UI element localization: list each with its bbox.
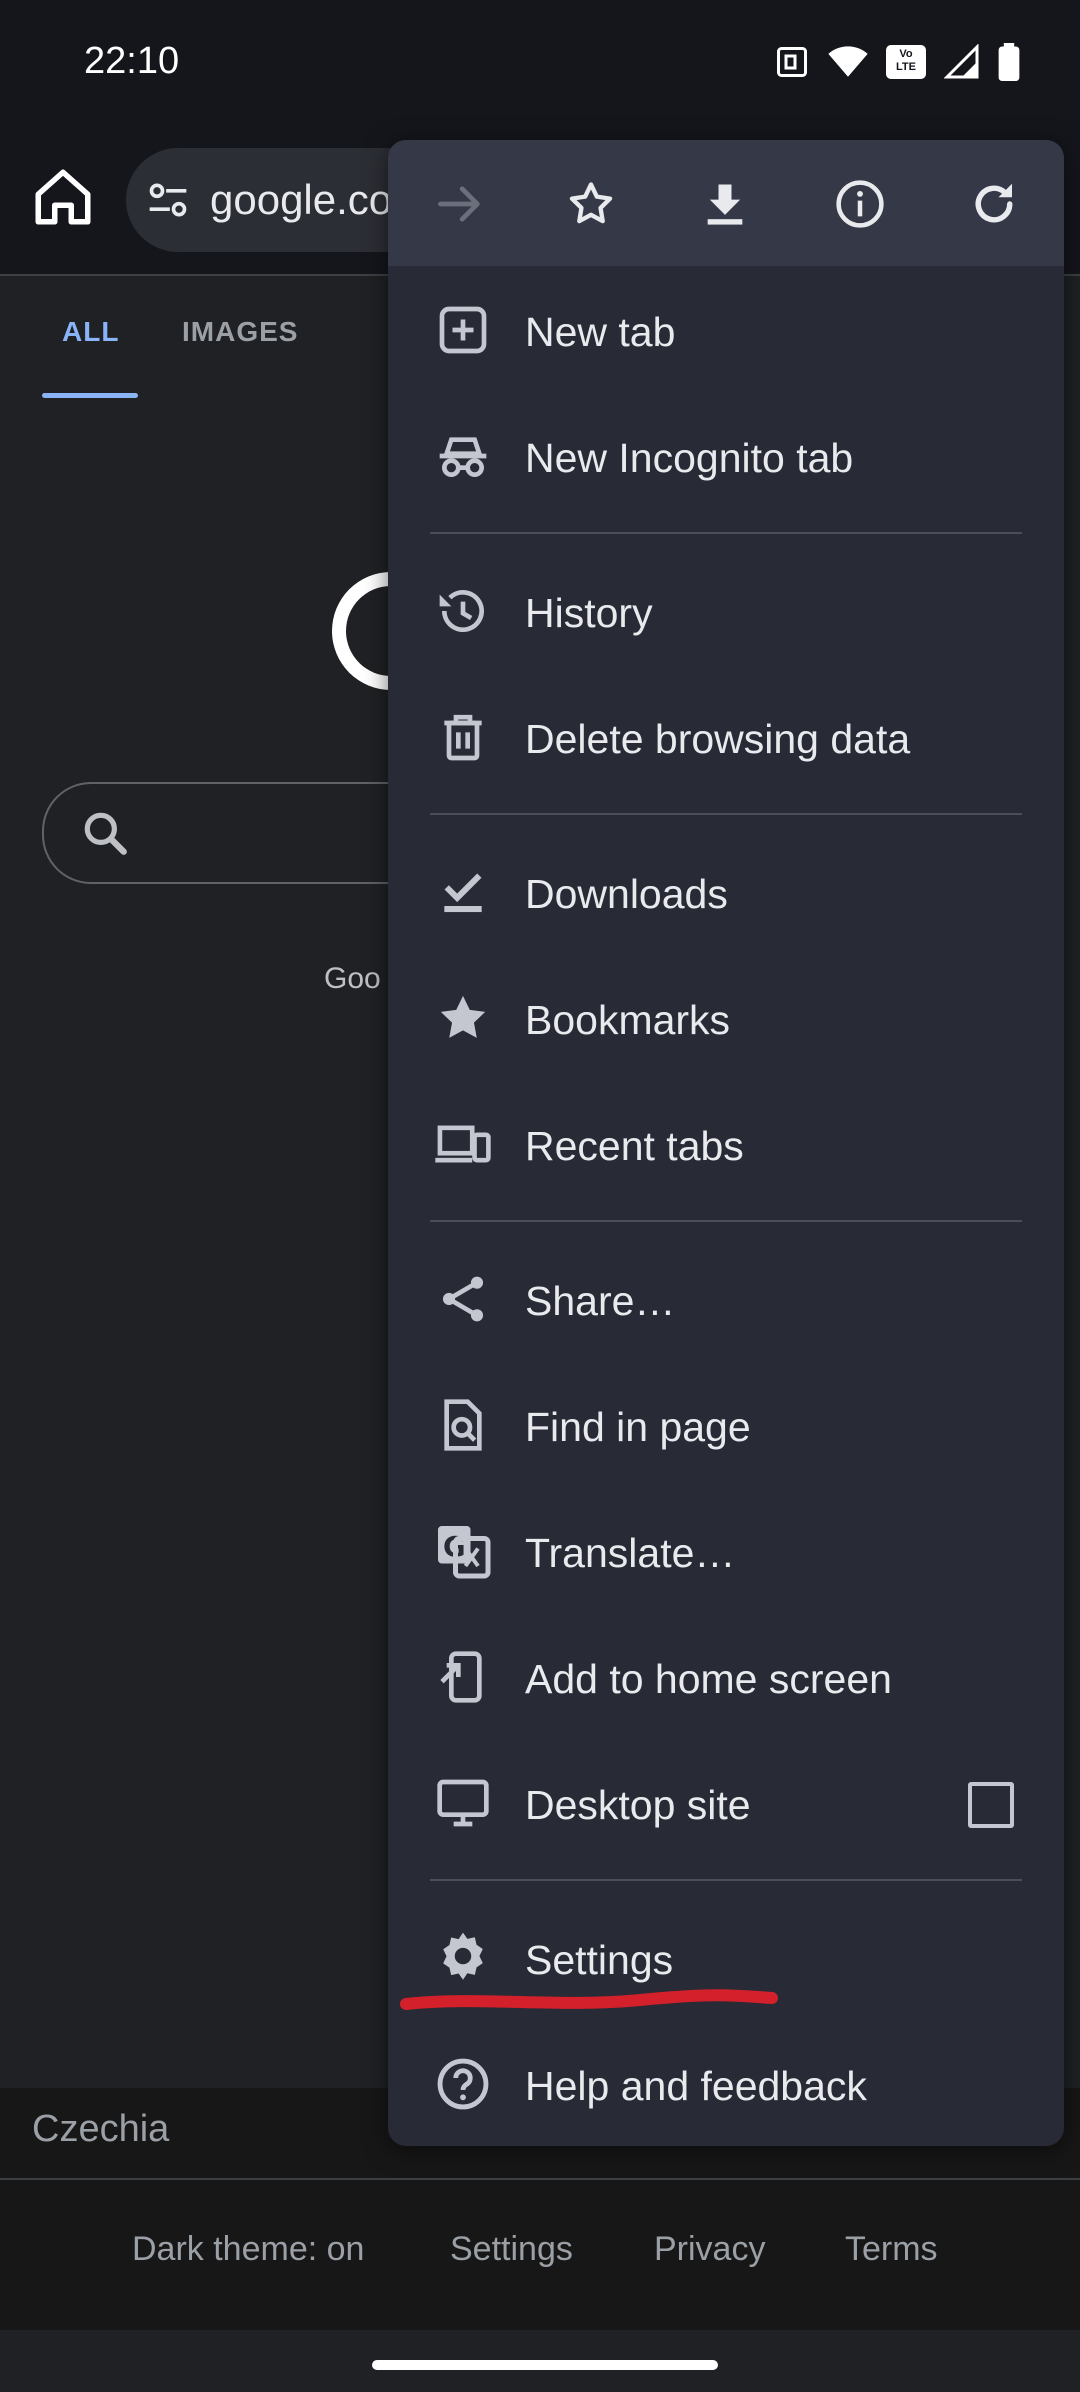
trash-icon (430, 704, 496, 770)
menu-item-label: Help and feedback (525, 2063, 867, 2109)
menu-item-label: New tab (525, 309, 676, 355)
nfc-icon (774, 44, 810, 80)
menu-item-label: Downloads (525, 871, 728, 917)
tab-images[interactable]: IMAGES (182, 316, 298, 348)
menu-item-history[interactable]: History (388, 548, 1064, 674)
menu-divider (430, 1879, 1022, 1881)
menu-item-recent-tabs[interactable]: Recent tabs (388, 1081, 1064, 1207)
menu-item-downloads[interactable]: Downloads (388, 829, 1064, 955)
bookmark-star-icon (569, 182, 613, 224)
help-icon (430, 2051, 496, 2117)
search-icon (80, 808, 130, 858)
menu-item-delete-browsing-data[interactable]: Delete browsing data (388, 674, 1064, 800)
signal-icon (944, 44, 980, 80)
volte-icon: Vo LTE (886, 45, 926, 79)
desktop-site-checkbox[interactable] (968, 1782, 1014, 1828)
dark-theme-link[interactable]: Dark theme: on (132, 2230, 364, 2269)
devices-icon (430, 1111, 496, 1177)
tune-icon (149, 183, 187, 217)
menu-item-settings[interactable]: Settings (388, 1895, 1064, 2021)
site-settings-button[interactable] (146, 178, 190, 222)
menu-divider (430, 813, 1022, 815)
menu-item-label: Add to home screen (525, 1656, 892, 1702)
menu-item-label: Bookmarks (525, 997, 731, 1043)
menu-item-help-and-feedback[interactable]: Help and feedback (388, 2021, 1064, 2146)
menu-divider (430, 532, 1022, 534)
menu-item-label: Desktop site (525, 1782, 751, 1828)
menu-item-label: Recent tabs (525, 1123, 744, 1169)
menu-item-label: New Incognito tab (525, 435, 854, 481)
menu-item-label: Delete browsing data (525, 716, 911, 762)
page-info-button[interactable] (828, 172, 892, 236)
status-bar: 22:10 Vo LTE (0, 0, 1080, 120)
download-page-button[interactable] (693, 172, 757, 236)
refresh-button[interactable] (962, 172, 1026, 236)
history-icon (430, 578, 496, 644)
url-text: google.co (210, 176, 393, 223)
privacy-link[interactable]: Privacy (654, 2230, 765, 2269)
menu-item-label: Settings (525, 1937, 674, 1983)
footer: Dark theme: on Settings Privacy Terms (0, 2180, 1080, 2330)
status-time: 22:10 (84, 40, 180, 82)
incognito-icon (430, 423, 496, 489)
wifi-icon (828, 44, 868, 80)
home-icon (35, 169, 91, 225)
home-button[interactable] (30, 164, 96, 230)
menu-item-label: Find in page (525, 1404, 751, 1450)
add-to-home-icon (430, 1644, 496, 1710)
battery-icon (998, 43, 1020, 81)
menu-item-translate[interactable]: G Translate… (388, 1488, 1064, 1614)
terms-link[interactable]: Terms (845, 2230, 938, 2269)
menu-item-label: History (525, 590, 653, 636)
gear-icon (430, 1925, 496, 1991)
menu-item-label: Share… (525, 1278, 676, 1324)
overflow-menu: New tab New Incognito tab History Delete… (388, 140, 1064, 2146)
menu-item-label: Translate… (525, 1530, 736, 1576)
translate-icon: G (430, 1518, 496, 1584)
menu-item-new-incognito-tab[interactable]: New Incognito tab (388, 393, 1064, 519)
forward-button[interactable] (428, 172, 492, 236)
menu-action-row (388, 140, 1064, 266)
menu-item-new-tab[interactable]: New tab (388, 267, 1064, 393)
menu-item-share[interactable]: Share… (388, 1236, 1064, 1362)
share-icon (430, 1266, 496, 1332)
desktop-icon (430, 1770, 496, 1836)
tab-all[interactable]: ALL (62, 316, 119, 348)
bookmark-button[interactable] (559, 172, 623, 236)
active-tab-indicator (42, 393, 138, 398)
info-icon (836, 180, 884, 228)
downloads-icon (430, 859, 496, 925)
status-icons: Vo LTE (774, 42, 1020, 82)
region-label: Czechia (32, 2108, 170, 2150)
forward-icon (438, 186, 480, 222)
menu-item-find-in-page[interactable]: Find in page (388, 1362, 1064, 1488)
menu-item-add-to-home-screen[interactable]: Add to home screen (388, 1614, 1064, 1740)
offered-in-text: Goo (324, 962, 381, 995)
download-icon (707, 184, 743, 225)
new-tab-icon (430, 297, 496, 363)
menu-item-desktop-site[interactable]: Desktop site (388, 1740, 1064, 1866)
bookmarks-star-icon (430, 985, 496, 1051)
menu-divider (430, 1220, 1022, 1222)
menu-item-bookmarks[interactable]: Bookmarks (388, 955, 1064, 1081)
gesture-nav-bar[interactable] (372, 2360, 718, 2370)
find-in-page-icon (430, 1392, 496, 1458)
footer-settings-link[interactable]: Settings (450, 2230, 573, 2269)
refresh-icon (975, 183, 1013, 223)
volte-label: Vo LTE (896, 48, 916, 73)
